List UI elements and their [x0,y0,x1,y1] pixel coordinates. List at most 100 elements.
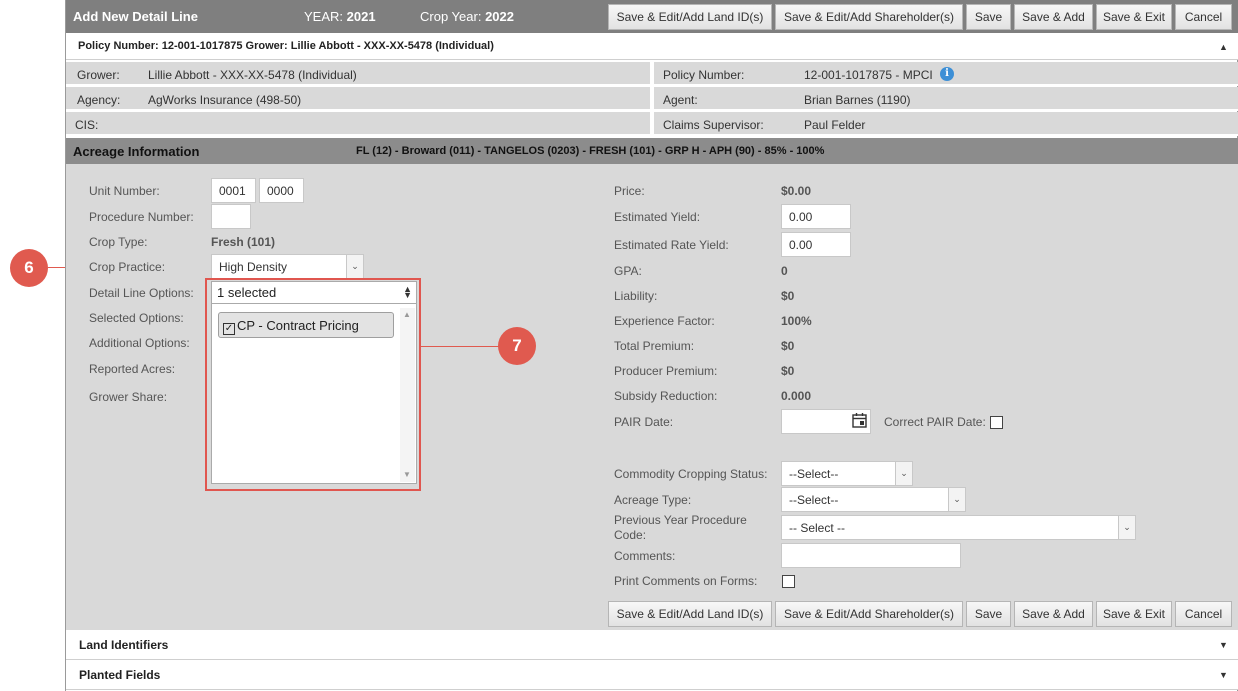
acreage-type-label: Acreage Type: [614,493,692,507]
info-row-grower: Grower: Lillie Abbott - XXX-XX-5478 (Ind… [66,62,650,86]
save-button[interactable]: Save [966,4,1011,30]
policy-header-text: Policy Number: 12-001-1017875 Grower: Li… [78,40,494,52]
gpa-label: GPA: [614,264,642,278]
save-edit-land-ids-button-bottom[interactable]: Save & Edit/Add Land ID(s) [608,601,772,627]
land-identifiers-section[interactable]: Land Identifiers ▼ [66,630,1238,660]
policy-number-value: 12-001-1017875 - MPCI [804,68,933,82]
save-edit-land-ids-button[interactable]: Save & Edit/Add Land ID(s) [608,4,772,30]
subsidy-reduction-label: Subsidy Reduction: [614,389,718,403]
print-comments-label: Print Comments on Forms: [614,574,758,588]
callout-7-line [421,346,499,347]
estimated-yield-field[interactable]: 0.00 [781,204,851,229]
crop-practice-select[interactable]: High Density ⌄ [211,254,364,279]
land-identifiers-title: Land Identifiers [79,638,169,652]
acreage-info-header: Acreage Information FL (12) - Broward (0… [66,138,1238,164]
collapse-up-icon[interactable]: ▲ [1219,42,1228,52]
commodity-cropping-status-select[interactable]: --Select-- ⌄ [781,461,913,486]
procedure-number-field[interactable] [211,204,251,229]
total-premium-label: Total Premium: [614,339,695,353]
comments-label: Comments: [614,549,676,563]
gpa-value: 0 [781,264,788,278]
cancel-button-bottom[interactable]: Cancel [1175,601,1232,627]
price-label: Price: [614,184,645,198]
commodity-cropping-status-value: --Select-- [789,467,839,481]
info-row-agency: Agency: AgWorks Insurance (498-50) [66,87,650,111]
grower-value: Lillie Abbott - XXX-XX-5478 (Individual) [148,68,357,82]
additional-options-label: Additional Options: [89,336,190,350]
crop-year-display: Crop Year: 2022 [420,9,514,24]
previous-year-procedure-value: -- Select -- [789,521,846,535]
acreage-type-value: --Select-- [789,493,839,507]
acreage-type-select[interactable]: --Select-- ⌄ [781,487,966,512]
expand-down-icon[interactable]: ▼ [1219,640,1228,650]
unit-number-field-1[interactable]: 0001 [211,178,256,203]
cancel-button[interactable]: Cancel [1175,4,1232,30]
selected-options-label: Selected Options: [89,311,184,325]
price-value: $0.00 [781,184,812,198]
agency-label: Agency: [77,93,121,107]
year-display: YEAR: 2021 [304,9,376,24]
save-exit-button[interactable]: Save & Exit [1096,4,1172,30]
dialog-header: Add New Detail Line YEAR: 2021 Crop Year… [66,0,1238,33]
acreage-title: Acreage Information [73,144,200,159]
producer-premium-value: $0 [781,364,795,378]
cis-label: CIS: [75,118,99,132]
correct-pair-date-checkbox[interactable] [990,416,1003,429]
dialog-title: Add New Detail Line [73,9,198,24]
total-premium-value: $0 [781,339,795,353]
crop-type-label: Crop Type: [89,235,148,249]
save-edit-shareholders-button[interactable]: Save & Edit/Add Shareholder(s) [775,4,963,30]
previous-year-procedure-label-1: Previous Year Procedure [614,513,747,527]
comments-field[interactable] [781,543,961,568]
correct-pair-date-label: Correct PAIR Date: [884,415,986,429]
info-row-policy: Policy Number: 12-001-1017875 - MPCI i [654,62,1238,86]
info-row-claims: Claims Supervisor: Paul Felder [654,112,1238,136]
acreage-detail: FL (12) - Broward (011) - TANGELOS (0203… [356,145,825,157]
previous-year-procedure-label-2: Code: [614,528,647,542]
save-edit-shareholders-button-bottom[interactable]: Save & Edit/Add Shareholder(s) [775,601,963,627]
print-comments-checkbox[interactable] [782,575,795,588]
expand-down-icon[interactable]: ▼ [1219,670,1228,680]
save-exit-button-bottom[interactable]: Save & Exit [1096,601,1172,627]
experience-factor-label: Experience Factor: [614,314,715,328]
commodity-cropping-status-label: Commodity Cropping Status: [614,467,768,481]
producer-premium-label: Producer Premium: [614,364,718,378]
procedure-number-label: Procedure Number: [89,210,194,224]
claims-supervisor-value: Paul Felder [804,118,866,132]
chevron-down-icon: ⌄ [1118,516,1135,539]
estimated-rate-yield-field[interactable]: 0.00 [781,232,851,257]
save-add-button[interactable]: Save & Add [1014,4,1093,30]
calendar-icon[interactable] [850,410,870,433]
liability-value: $0 [781,289,795,303]
crop-type-value: Fresh (101) [211,235,276,249]
unit-number-label: Unit Number: [89,184,160,198]
chevron-down-icon: ⌄ [895,462,912,485]
info-row-cis: CIS: [66,112,650,136]
grower-share-label: Grower Share: [89,390,168,404]
grower-label: Grower: [77,68,120,82]
chevron-down-icon: ⌄ [948,488,965,511]
policy-header[interactable]: Policy Number: 12-001-1017875 Grower: Li… [66,33,1238,60]
agent-label: Agent: [663,93,698,107]
detail-line-options-label: Detail Line Options: [89,286,194,300]
experience-factor-value: 100% [781,314,812,328]
previous-year-procedure-select[interactable]: -- Select -- ⌄ [781,515,1136,540]
reported-acres-label: Reported Acres: [89,362,176,376]
policy-number-label: Policy Number: [663,68,745,82]
callout-6: 6 [10,249,48,287]
highlight-box [205,278,421,491]
agency-value: AgWorks Insurance (498-50) [148,93,302,107]
pair-date-label: PAIR Date: [614,415,674,429]
crop-practice-label: Crop Practice: [89,260,166,274]
info-icon[interactable]: i [940,67,954,81]
callout-7: 7 [498,327,536,365]
save-add-button-bottom[interactable]: Save & Add [1014,601,1093,627]
estimated-rate-yield-label: Estimated Rate Yield: [614,238,729,252]
save-button-bottom[interactable]: Save [966,601,1011,627]
unit-number-field-2[interactable]: 0000 [259,178,304,203]
info-row-agent: Agent: Brian Barnes (1190) [654,87,1238,111]
estimated-yield-label: Estimated Yield: [614,210,701,224]
planted-fields-title: Planted Fields [79,668,161,682]
planted-fields-section[interactable]: Planted Fields ▼ [66,660,1238,690]
subsidy-reduction-value: 0.000 [781,389,812,403]
